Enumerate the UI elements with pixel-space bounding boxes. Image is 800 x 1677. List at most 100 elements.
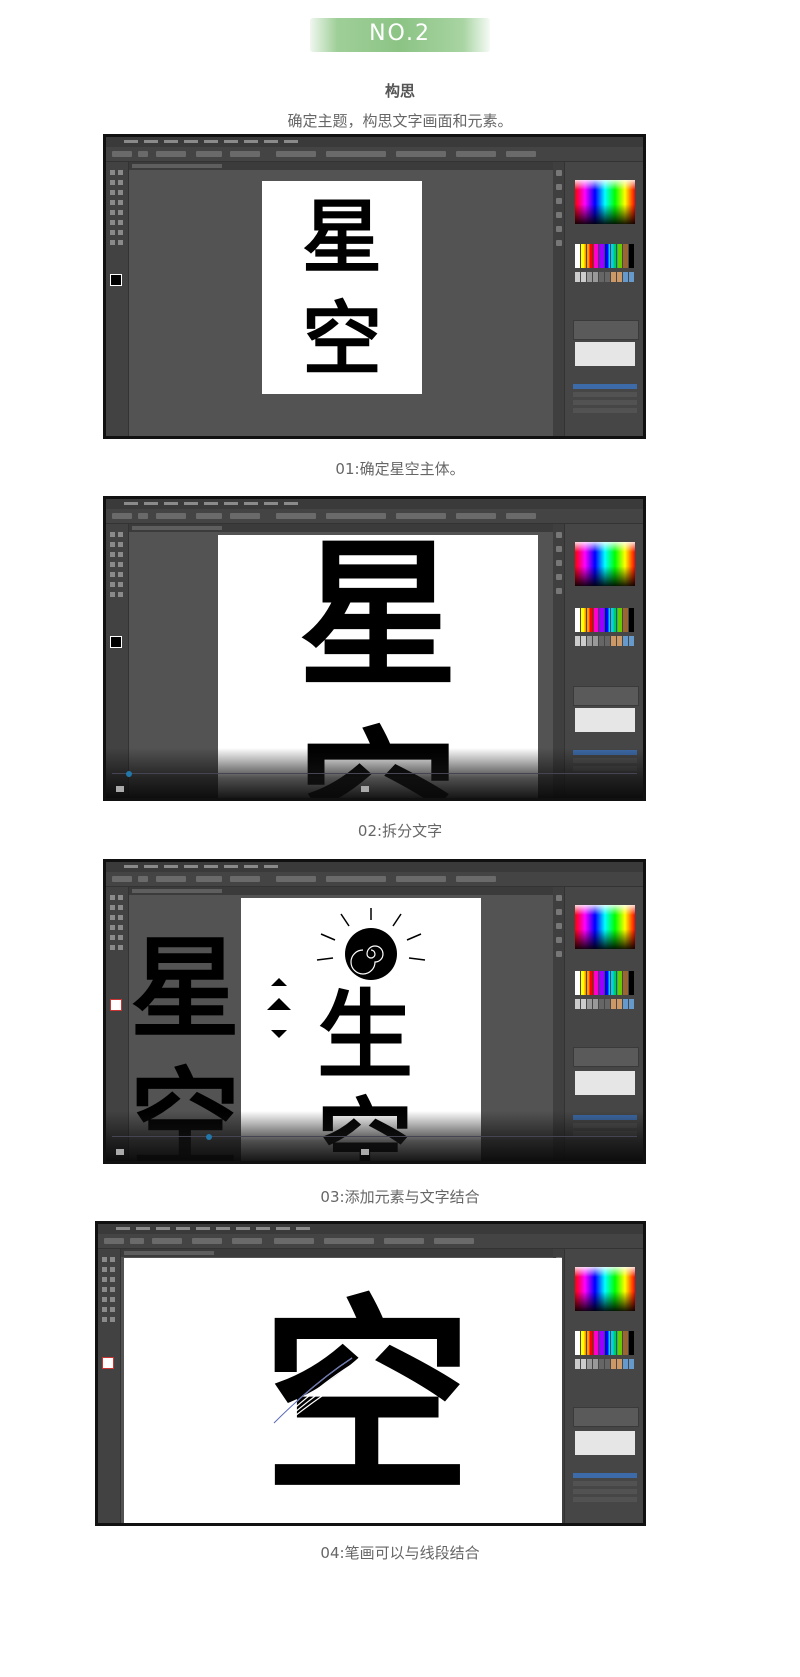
toolbar-tool-icon[interactable] bbox=[110, 240, 115, 245]
color-spectrum[interactable] bbox=[575, 180, 635, 224]
toolbar-tool-icon[interactable] bbox=[118, 945, 123, 950]
menu-bar[interactable] bbox=[106, 499, 643, 509]
swatches-row[interactable] bbox=[575, 636, 635, 646]
toolbar-tool-icon[interactable] bbox=[118, 180, 123, 185]
swatches-panel[interactable] bbox=[575, 244, 635, 268]
toolbar-tool-icon[interactable] bbox=[118, 552, 123, 557]
toolbar-tool-icon[interactable] bbox=[110, 945, 115, 950]
play-icon[interactable] bbox=[361, 786, 369, 792]
toolbar-tool-icon[interactable] bbox=[118, 230, 123, 235]
panel-tab-icon[interactable] bbox=[556, 546, 562, 552]
toolbar-tool-icon[interactable] bbox=[110, 190, 115, 195]
panel-tab-icon[interactable] bbox=[556, 895, 562, 901]
glyph-kong[interactable]: 空 bbox=[302, 299, 382, 379]
tools-panel[interactable] bbox=[98, 1249, 121, 1523]
toolbar-tool-icon[interactable] bbox=[110, 210, 115, 215]
toolbar-tool-icon[interactable] bbox=[110, 592, 115, 597]
menu-bar[interactable] bbox=[106, 137, 643, 147]
stroke-lines-svg[interactable] bbox=[124, 1258, 562, 1526]
brushes-panel[interactable] bbox=[573, 1047, 639, 1067]
panel-tab-icon[interactable] bbox=[556, 560, 562, 566]
fill-stroke-swatch[interactable] bbox=[110, 636, 122, 648]
toolbar-tool-icon[interactable] bbox=[118, 582, 123, 587]
panel-tab-icon[interactable] bbox=[556, 198, 562, 204]
document-tab[interactable] bbox=[128, 162, 563, 170]
swatches-panel[interactable] bbox=[575, 971, 635, 995]
toolbar-tool-icon[interactable] bbox=[110, 1277, 115, 1282]
color-spectrum[interactable] bbox=[575, 905, 635, 949]
fill-stroke-swatch[interactable] bbox=[110, 999, 122, 1011]
toolbar-tool-icon[interactable] bbox=[110, 230, 115, 235]
color-spectrum[interactable] bbox=[575, 542, 635, 586]
toolbar-tool-icon[interactable] bbox=[110, 925, 115, 930]
toolbar-tool-icon[interactable] bbox=[118, 200, 123, 205]
toolbar-tool-icon[interactable] bbox=[118, 170, 123, 175]
right-panels[interactable] bbox=[564, 1249, 643, 1523]
control-bar[interactable] bbox=[98, 1234, 643, 1249]
color-spectrum[interactable] bbox=[575, 1267, 635, 1311]
toolbar-tool-icon[interactable] bbox=[118, 915, 123, 920]
toolbar-tool-icon[interactable] bbox=[118, 925, 123, 930]
toolbar-tool-icon[interactable] bbox=[118, 542, 123, 547]
tools-panel[interactable] bbox=[106, 162, 129, 436]
video-progress-handle[interactable] bbox=[206, 1134, 212, 1140]
toolbar-tool-icon[interactable] bbox=[110, 180, 115, 185]
toolbar-tool-icon[interactable] bbox=[110, 572, 115, 577]
document-tab[interactable] bbox=[120, 1249, 563, 1257]
toolbar-tool-icon[interactable] bbox=[110, 915, 115, 920]
swatches-row[interactable] bbox=[575, 1359, 635, 1369]
toolbar-tool-icon[interactable] bbox=[110, 1267, 115, 1272]
menu-bar[interactable] bbox=[106, 862, 643, 872]
panel-tab-icon[interactable] bbox=[556, 532, 562, 538]
panel-tab-icon[interactable] bbox=[556, 212, 562, 218]
toolbar-tool-icon[interactable] bbox=[102, 1297, 107, 1302]
swatches-panel[interactable] bbox=[575, 1331, 635, 1355]
toolbar-tool-icon[interactable] bbox=[110, 895, 115, 900]
video-progress-track[interactable] bbox=[112, 1136, 637, 1137]
play-icon[interactable] bbox=[361, 1149, 369, 1155]
toolbar-tool-icon[interactable] bbox=[110, 170, 115, 175]
toolbar-tool-icon[interactable] bbox=[118, 592, 123, 597]
panel-tab-icon[interactable] bbox=[556, 240, 562, 246]
brushes-panel[interactable] bbox=[573, 686, 639, 706]
toolbar-tool-icon[interactable] bbox=[118, 210, 123, 215]
toolbar-tool-icon[interactable] bbox=[118, 190, 123, 195]
brushes-panel[interactable] bbox=[573, 1407, 639, 1427]
artboard[interactable]: 空 bbox=[124, 1258, 562, 1526]
toolbar-tool-icon[interactable] bbox=[118, 935, 123, 940]
toolbar-tool-icon[interactable] bbox=[118, 240, 123, 245]
toolbar-tool-icon[interactable] bbox=[118, 905, 123, 910]
panel-tab-icon[interactable] bbox=[556, 170, 562, 176]
document-tab[interactable] bbox=[128, 887, 563, 895]
toolbar-tool-icon[interactable] bbox=[118, 895, 123, 900]
toolbar-tool-icon[interactable] bbox=[110, 1257, 115, 1262]
fill-stroke-swatch[interactable] bbox=[110, 274, 122, 286]
toolbar-tool-icon[interactable] bbox=[110, 935, 115, 940]
video-progress-handle[interactable] bbox=[126, 771, 132, 777]
toolbar-tool-icon[interactable] bbox=[102, 1267, 107, 1272]
glyph-xing[interactable]: 星 bbox=[302, 197, 382, 277]
panel-tab-icon[interactable] bbox=[556, 574, 562, 580]
panel-tab-icon[interactable] bbox=[556, 184, 562, 190]
toolbar-tool-icon[interactable] bbox=[118, 572, 123, 577]
panel-tab-icon[interactable] bbox=[556, 226, 562, 232]
toolbar-tool-icon[interactable] bbox=[102, 1257, 107, 1262]
video-progress-track[interactable] bbox=[112, 773, 637, 774]
artboard[interactable]: 星 空 bbox=[262, 181, 422, 394]
swatches-panel[interactable] bbox=[575, 608, 635, 632]
toolbar-tool-icon[interactable] bbox=[118, 220, 123, 225]
panel-tab-icon[interactable] bbox=[556, 588, 562, 594]
toolbar-tool-icon[interactable] bbox=[110, 532, 115, 537]
panel-tab-icon[interactable] bbox=[556, 951, 562, 957]
panel-tab-icon[interactable] bbox=[556, 923, 562, 929]
document-tab[interactable] bbox=[128, 524, 563, 532]
toolbar-tool-icon[interactable] bbox=[110, 1317, 115, 1322]
toolbar-tool-icon[interactable] bbox=[110, 552, 115, 557]
toolbar-tool-icon[interactable] bbox=[110, 542, 115, 547]
toolbar-tool-icon[interactable] bbox=[110, 200, 115, 205]
fill-stroke-swatch[interactable] bbox=[102, 1357, 114, 1369]
panel-tab-icon[interactable] bbox=[556, 909, 562, 915]
glyph-xing-modified[interactable]: 生 bbox=[317, 988, 413, 1084]
menu-bar[interactable] bbox=[98, 1224, 643, 1234]
glyph-xing[interactable]: 星 bbox=[298, 535, 458, 695]
